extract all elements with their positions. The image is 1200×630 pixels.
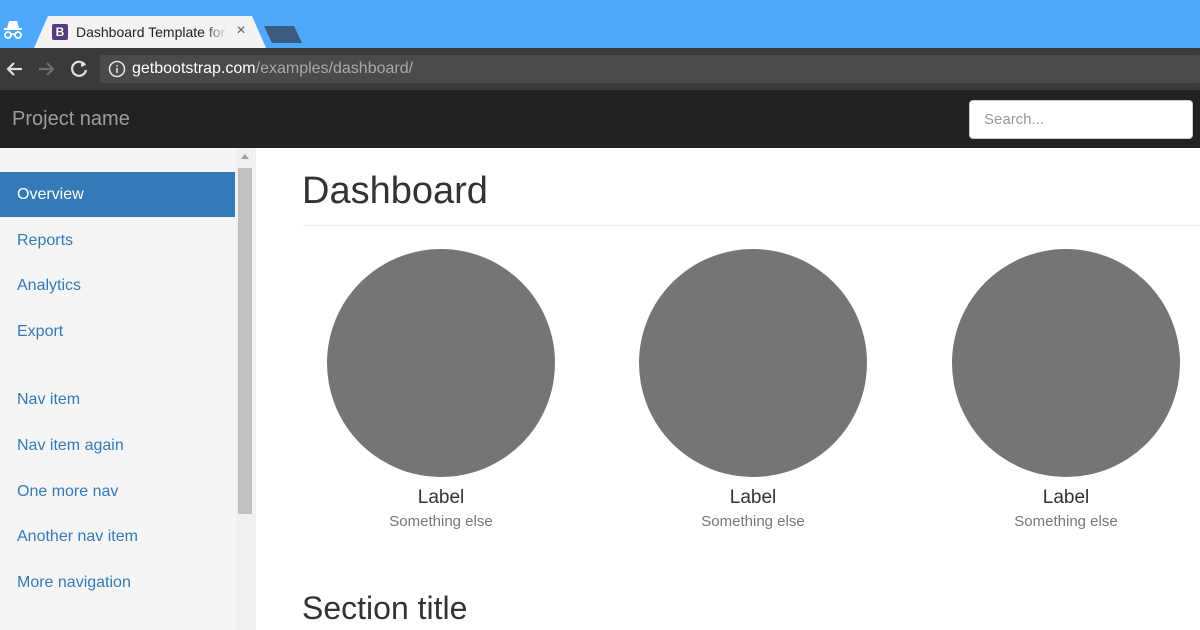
- browser-tabstrip: B Dashboard Template for ×: [0, 0, 1200, 48]
- sidebar-scrollbar[interactable]: [236, 148, 254, 630]
- section-title: Section title: [302, 590, 468, 626]
- sidebar-item-overview[interactable]: Overview: [0, 172, 235, 217]
- url-host: getbootstrap.com: [132, 60, 256, 77]
- search-input[interactable]: [969, 100, 1193, 139]
- reload-icon[interactable]: [68, 58, 90, 80]
- address-bar[interactable]: getbootstrap.com/examples/dashboard/: [100, 55, 1200, 83]
- url-text: getbootstrap.com/examples/dashboard/: [132, 60, 413, 78]
- tab-close-icon[interactable]: ×: [232, 22, 250, 40]
- new-tab-button[interactable]: [264, 26, 304, 43]
- browser-tab-active[interactable]: B Dashboard Template for ×: [34, 16, 266, 48]
- placeholder-image: [327, 249, 555, 477]
- sidebar-item-another-nav-item[interactable]: Another nav item: [0, 514, 235, 559]
- placeholder-subtext: Something else: [701, 513, 805, 530]
- back-arrow-icon[interactable]: [4, 58, 26, 80]
- placeholder-card: Label Something else: [951, 249, 1181, 530]
- top-navbar: Project name: [0, 90, 1200, 148]
- sidebar-item-export[interactable]: Export: [0, 309, 235, 354]
- placeholder-label: Label: [1042, 487, 1090, 508]
- sidebar-item-analytics[interactable]: Analytics: [0, 263, 235, 308]
- sidebar-item-nav-item[interactable]: Nav item: [0, 377, 235, 422]
- scroll-up-arrow-icon[interactable]: [241, 154, 249, 159]
- sidebar: Overview Reports Analytics Export Nav it…: [0, 148, 256, 630]
- header-divider: [302, 225, 1200, 226]
- info-icon[interactable]: [108, 60, 126, 78]
- placeholder-label: Label: [417, 487, 465, 508]
- sidebar-item-one-more-nav[interactable]: One more nav: [0, 469, 235, 514]
- placeholder-card: Label Something else: [326, 249, 556, 530]
- navbar-brand[interactable]: Project name: [12, 108, 130, 131]
- placeholder-card: Label Something else: [638, 249, 868, 530]
- placeholder-label: Label: [729, 487, 777, 508]
- browser-toolbar: getbootstrap.com/examples/dashboard/: [0, 48, 1200, 90]
- bootstrap-favicon-icon: B: [52, 24, 68, 40]
- forward-arrow-icon[interactable]: [35, 58, 57, 80]
- placeholder-image: [952, 249, 1180, 477]
- incognito-icon: [4, 21, 22, 39]
- sidebar-item-more-navigation[interactable]: More navigation: [0, 560, 235, 605]
- sidebar-item-reports[interactable]: Reports: [0, 218, 235, 263]
- page-title: Dashboard: [302, 170, 488, 212]
- sidebar-item-nav-item-again[interactable]: Nav item again: [0, 423, 235, 468]
- placeholder-subtext: Something else: [389, 513, 493, 530]
- placeholder-subtext: Something else: [1014, 513, 1118, 530]
- url-path: /examples/dashboard/: [255, 60, 414, 77]
- scrollbar-thumb[interactable]: [238, 168, 252, 514]
- placeholder-image: [639, 249, 867, 477]
